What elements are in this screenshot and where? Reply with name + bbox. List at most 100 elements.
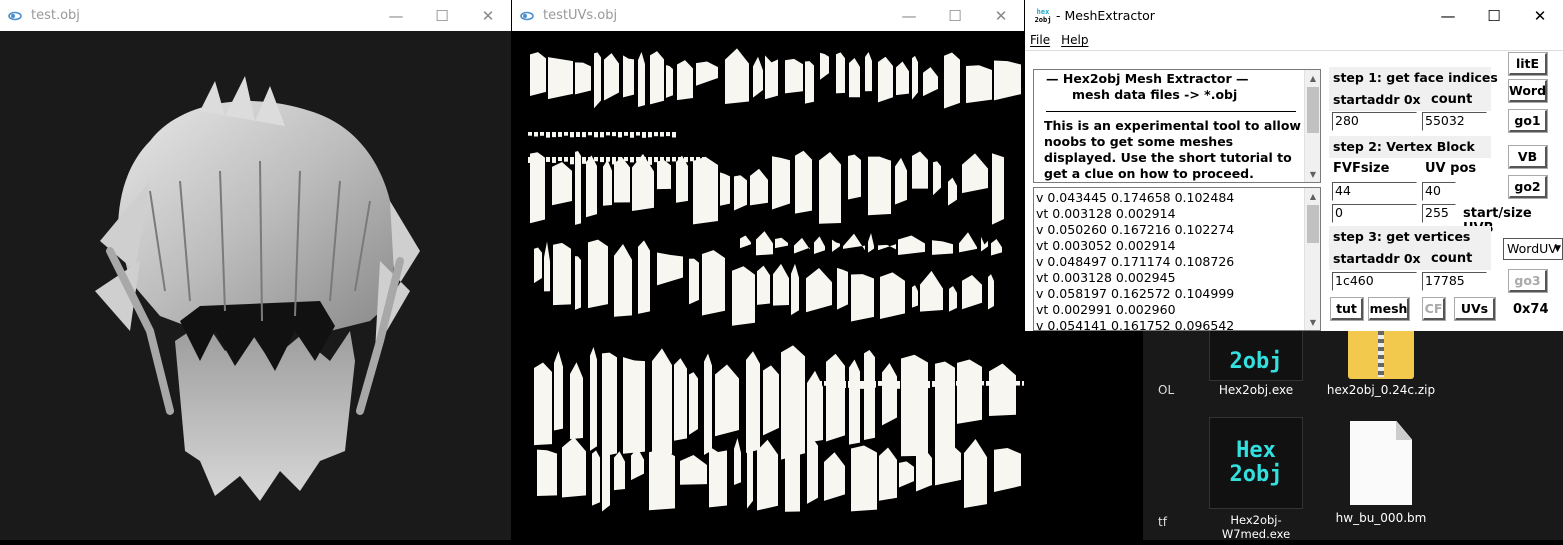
uv-strip	[528, 132, 532, 136]
close-icon[interactable]: ✕	[465, 0, 511, 31]
uv-island	[935, 441, 961, 486]
uv-strip	[660, 132, 664, 137]
uv-island	[534, 362, 552, 446]
title-bar[interactable]: testUVs.obj — ☐ ✕	[512, 0, 1024, 31]
menu-help[interactable]: Help	[1056, 31, 1094, 50]
tut-button[interactable]: tut	[1330, 297, 1364, 321]
uv-island	[868, 156, 891, 216]
info-textbox[interactable]: — Hex2obj Mesh Extractor — mesh data fil…	[1033, 69, 1321, 183]
uv-island	[588, 239, 608, 309]
hex2obj-w7med-icon: Hex 2obj	[1209, 417, 1303, 509]
scroll-down-icon[interactable]: ▼	[1305, 314, 1320, 330]
worduv-select[interactable]: WordUV ▼	[1503, 238, 1563, 260]
minimize-icon[interactable]: —	[373, 0, 419, 31]
output-line: vt 0.002991 0.002960	[1036, 302, 1176, 317]
step1-count-input[interactable]: 55032	[1422, 112, 1487, 131]
uv-island	[991, 238, 1002, 256]
uv-island	[537, 449, 557, 497]
scroll-down-icon[interactable]: ▼	[1305, 166, 1320, 182]
uv-island	[689, 372, 698, 435]
info-body: This is an experimental tool to allow no…	[1044, 118, 1301, 181]
uv-island	[932, 240, 953, 255]
output-textbox[interactable]: v 0.043445 0.174658 0.102484 vt 0.003128 …	[1033, 187, 1321, 331]
uv-island	[623, 55, 634, 98]
uv-strip	[618, 132, 622, 138]
uv-island	[836, 52, 845, 94]
minimize-icon[interactable]: —	[1425, 0, 1471, 31]
step2-fvfsize-input[interactable]: 44	[1332, 182, 1417, 201]
close-icon[interactable]: ✕	[1517, 0, 1563, 31]
step1-startaddr-input[interactable]: 280	[1332, 112, 1417, 131]
uv-island	[832, 239, 840, 252]
uv-island	[746, 351, 760, 454]
go2-button[interactable]: go2	[1508, 175, 1548, 199]
window-title: test.obj	[31, 8, 80, 23]
window-title: - MeshExtractor	[1056, 8, 1155, 23]
step2-uvpos-input[interactable]: 40	[1422, 182, 1456, 201]
cf-button[interactable]: CF	[1422, 297, 1446, 321]
scroll-thumb[interactable]	[1307, 87, 1319, 133]
go3-button[interactable]: go3	[1508, 269, 1548, 293]
uv-island	[552, 161, 572, 206]
uv-island	[740, 235, 751, 249]
title-bar[interactable]: test.obj — ☐ ✕	[0, 0, 511, 31]
uv-island	[720, 172, 730, 206]
model-viewer-window[interactable]: test.obj — ☐ ✕	[0, 0, 511, 540]
uv-island	[554, 350, 563, 431]
uv-strip	[908, 381, 912, 388]
go1-button[interactable]: go1	[1508, 109, 1548, 133]
mesh-button[interactable]: mesh	[1368, 297, 1410, 321]
uv-strip	[654, 157, 658, 163]
uv-strip	[830, 381, 834, 389]
uv-island	[592, 450, 600, 506]
3d-viewport[interactable]	[0, 31, 511, 540]
uv-islands	[528, 48, 1044, 512]
step3-count-input[interactable]: 17785	[1422, 272, 1487, 291]
uv-island	[848, 154, 861, 200]
file-hw-bu-000-bm[interactable]: hw_bu_000.bm	[1321, 417, 1441, 525]
file-hex2obj-zip[interactable]: hex2obj_0.24c.zip	[1321, 331, 1441, 397]
uv-strip	[920, 381, 924, 388]
uv-island	[666, 65, 673, 98]
step2-size-input[interactable]: 255	[1422, 204, 1456, 223]
uv-island	[944, 52, 960, 109]
menu-file[interactable]: File	[1025, 31, 1056, 50]
vb-button[interactable]: VB	[1508, 145, 1548, 169]
uv-strip	[914, 381, 918, 388]
uv-strip	[600, 157, 604, 163]
uv-island	[981, 236, 988, 252]
file-hex2obj-exe[interactable]: 2obj Hex2obj.exe	[1201, 331, 1311, 397]
scroll-up-icon[interactable]: ▲	[1305, 188, 1320, 204]
file-hex2obj-w7med-exe[interactable]: Hex 2obj Hex2obj-W7med.exe	[1201, 417, 1311, 541]
close-icon[interactable]: ✕	[978, 0, 1024, 31]
output-scrollbar[interactable]: ▲ ▼	[1304, 188, 1320, 330]
uv-island	[614, 157, 630, 203]
word-button[interactable]: Word	[1508, 79, 1548, 103]
uvs-button[interactable]: UVs	[1454, 297, 1496, 321]
info-scrollbar[interactable]: ▲ ▼	[1304, 70, 1320, 182]
uv-viewer-window[interactable]: testUVs.obj — ☐ ✕	[512, 0, 1044, 540]
hex2obj-exe-icon: 2obj	[1209, 331, 1303, 381]
title-bar[interactable]: hex 2obj - MeshExtractor — ☐ ✕	[1025, 0, 1563, 31]
uv-strip	[594, 157, 598, 162]
uv-island	[753, 56, 763, 98]
minimize-icon[interactable]: —	[886, 0, 932, 31]
uv-island	[534, 247, 542, 284]
uv-strip	[818, 381, 822, 388]
step3-startaddr-input[interactable]: 1c460	[1332, 272, 1417, 291]
scroll-up-icon[interactable]: ▲	[1305, 70, 1320, 86]
scroll-thumb[interactable]	[1307, 205, 1319, 243]
uv-strip	[896, 381, 900, 389]
uv-island	[882, 363, 897, 426]
step2-start-input[interactable]: 0	[1332, 204, 1417, 223]
uv-strip	[648, 132, 652, 138]
maximize-icon[interactable]: ☐	[419, 0, 465, 31]
maximize-icon[interactable]: ☐	[932, 0, 978, 31]
mesh-extractor-window[interactable]: hex 2obj - MeshExtractor — ☐ ✕ File Help …	[1025, 0, 1563, 331]
uv-strip	[570, 132, 574, 138]
uv-island	[750, 168, 768, 206]
maximize-icon[interactable]: ☐	[1471, 0, 1517, 31]
uv-viewport[interactable]	[512, 31, 1044, 540]
uv-strip	[690, 157, 694, 162]
lite-button[interactable]: litE	[1508, 52, 1548, 76]
